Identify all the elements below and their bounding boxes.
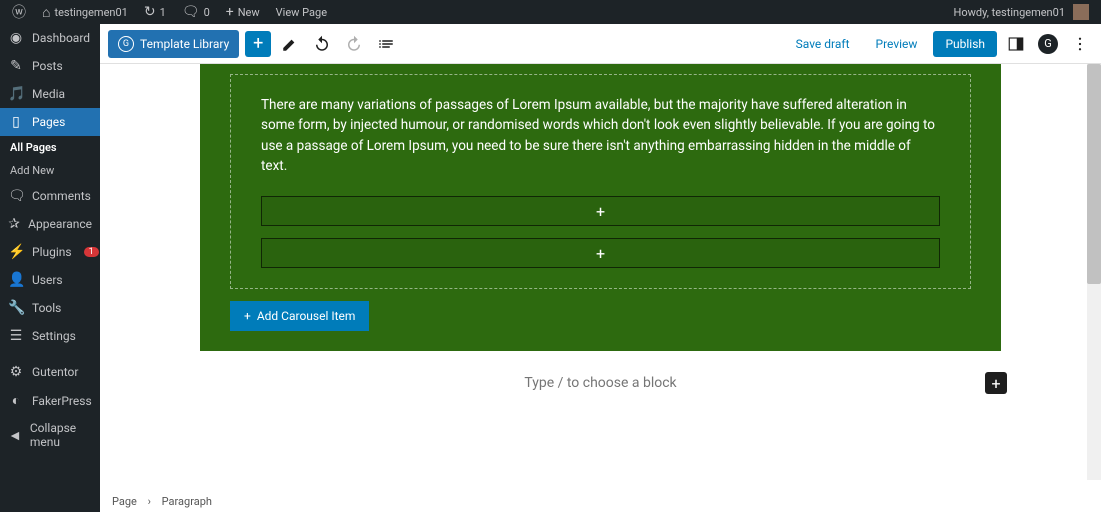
chevron-right-icon: › bbox=[148, 495, 151, 508]
sidebar-item-pages[interactable]: ▯Pages bbox=[0, 108, 100, 136]
sidebar-subitem-all-pages[interactable]: All Pages bbox=[0, 136, 100, 159]
pin-icon: ✎ bbox=[8, 58, 24, 74]
editor: G Template Library + Save draft Preview … bbox=[100, 24, 1101, 512]
collapse-icon: ◄ bbox=[8, 427, 22, 444]
plus-icon: + bbox=[226, 4, 234, 20]
add-carousel-item-button[interactable]: + Add Carousel Item bbox=[230, 301, 369, 331]
redo-button[interactable] bbox=[341, 31, 367, 57]
sidebar-item-media[interactable]: 🎵Media bbox=[0, 80, 100, 108]
avatar-icon bbox=[1073, 4, 1089, 20]
scrollbar[interactable] bbox=[1087, 64, 1101, 480]
admin-bar: ⓦ ⌂testingemen01 ↻1 🗨0 +New View Page Ho… bbox=[0, 0, 1101, 24]
sidebar-item-dashboard[interactable]: ◉Dashboard bbox=[0, 24, 100, 52]
drop-zone-2[interactable]: + bbox=[261, 238, 940, 268]
plus-icon: + bbox=[596, 244, 605, 263]
refresh-item[interactable]: ↻1 bbox=[138, 4, 172, 20]
sidebar-item-comments[interactable]: 🗨Comments bbox=[0, 182, 100, 210]
editor-canvas[interactable]: There are many variations of passages of… bbox=[100, 64, 1101, 512]
list-icon bbox=[377, 35, 395, 53]
carousel-block[interactable]: There are many variations of passages of… bbox=[200, 64, 1001, 351]
add-block-button[interactable]: + bbox=[245, 31, 271, 57]
view-page-link[interactable]: View Page bbox=[270, 6, 333, 19]
template-library-button[interactable]: G Template Library bbox=[108, 30, 239, 58]
document-outline-button[interactable] bbox=[373, 31, 399, 57]
plus-icon: + bbox=[991, 374, 1000, 393]
media-icon: 🎵 bbox=[8, 86, 24, 102]
edit-mode-button[interactable] bbox=[277, 31, 303, 57]
sidebar-item-gutentor[interactable]: ⚙Gutentor bbox=[0, 358, 100, 386]
preview-button[interactable]: Preview bbox=[866, 31, 928, 57]
drop-zone-1[interactable]: + bbox=[261, 196, 940, 226]
canvas-inner: There are many variations of passages of… bbox=[100, 64, 1101, 397]
plug-icon: ⚡ bbox=[8, 244, 24, 260]
sidebar-item-users[interactable]: 👤Users bbox=[0, 266, 100, 294]
sidebar-item-settings[interactable]: ☰Settings bbox=[0, 322, 100, 350]
gutentor-button[interactable]: G bbox=[1035, 31, 1061, 57]
brush-icon: ✰ bbox=[8, 216, 20, 232]
refresh-icon: ↻ bbox=[144, 4, 156, 20]
carousel-text: There are many variations of passages of… bbox=[261, 95, 940, 176]
wp-logo[interactable]: ⓦ bbox=[6, 2, 32, 22]
settings-sidebar-button[interactable] bbox=[1003, 31, 1029, 57]
gutentor-toolbar-icon: G bbox=[1038, 34, 1058, 54]
new-item[interactable]: + New bbox=[220, 4, 266, 20]
template-icon: G bbox=[118, 36, 134, 52]
toolbar-left: G Template Library + bbox=[108, 30, 399, 58]
paragraph-block[interactable]: Type / to choose a block + bbox=[200, 369, 1001, 397]
gutentor-icon: ⚙ bbox=[8, 364, 24, 380]
new-label: New bbox=[238, 6, 260, 19]
paragraph-placeholder: Type / to choose a block bbox=[200, 369, 1001, 397]
undo-icon bbox=[313, 35, 331, 53]
more-options-button[interactable] bbox=[1067, 31, 1093, 57]
refresh-count: 1 bbox=[160, 6, 166, 19]
sliders-icon: ☰ bbox=[8, 328, 24, 344]
plus-icon: + bbox=[244, 309, 251, 323]
editor-toolbar: G Template Library + Save draft Preview … bbox=[100, 24, 1101, 64]
sidebar-item-fakerpress[interactable]: ◐FakerPress bbox=[0, 386, 100, 415]
page-icon: ▯ bbox=[8, 114, 24, 130]
wrench-icon: 🔧 bbox=[8, 300, 24, 316]
sidebar-item-appearance[interactable]: ✰Appearance bbox=[0, 210, 100, 238]
admin-bar-left: ⓦ ⌂testingemen01 ↻1 🗨0 +New View Page bbox=[6, 2, 333, 22]
sidebar-icon bbox=[1007, 35, 1025, 53]
site-name: testingemen01 bbox=[54, 6, 127, 19]
scroll-thumb[interactable] bbox=[1087, 64, 1101, 284]
wordpress-icon: ⓦ bbox=[12, 2, 26, 22]
plus-icon: + bbox=[596, 202, 605, 221]
comments-icon: 🗨 bbox=[8, 188, 24, 204]
sidebar-subitem-add-new[interactable]: Add New bbox=[0, 159, 100, 182]
block-breadcrumb: Page › Paragraph bbox=[108, 495, 216, 508]
comments-item[interactable]: 🗨0 bbox=[176, 4, 216, 20]
plugin-update-badge: 1 bbox=[84, 247, 99, 257]
redo-icon bbox=[345, 35, 363, 53]
sidebar-item-plugins[interactable]: ⚡Plugins1 bbox=[0, 238, 100, 266]
undo-button[interactable] bbox=[309, 31, 335, 57]
howdy-user[interactable]: Howdy, testingemen01 bbox=[948, 4, 1096, 20]
dashboard-icon: ◉ bbox=[8, 30, 24, 46]
breadcrumb-current[interactable]: Paragraph bbox=[162, 495, 212, 508]
pencil-icon bbox=[281, 35, 299, 53]
fakerpress-icon: ◐ bbox=[8, 392, 24, 409]
home-icon: ⌂ bbox=[42, 4, 50, 21]
publish-button[interactable]: Publish bbox=[933, 31, 997, 57]
save-draft-button[interactable]: Save draft bbox=[786, 31, 860, 57]
kebab-icon bbox=[1071, 35, 1089, 53]
toolbar-right: Save draft Preview Publish G bbox=[786, 31, 1093, 57]
comment-icon: 🗨 bbox=[182, 4, 200, 20]
sidebar-item-posts[interactable]: ✎Posts bbox=[0, 52, 100, 80]
comments-count: 0 bbox=[204, 6, 210, 19]
user-icon: 👤 bbox=[8, 272, 24, 288]
admin-sidebar: ◉Dashboard ✎Posts 🎵Media ▯Pages All Page… bbox=[0, 24, 100, 512]
admin-bar-right: Howdy, testingemen01 bbox=[948, 4, 1096, 20]
sidebar-item-tools[interactable]: 🔧Tools bbox=[0, 294, 100, 322]
breadcrumb-root[interactable]: Page bbox=[112, 495, 137, 508]
site-name-link[interactable]: ⌂ testingemen01 bbox=[36, 4, 134, 21]
plus-icon: + bbox=[253, 33, 263, 54]
sidebar-collapse[interactable]: ◄Collapse menu bbox=[0, 415, 100, 455]
carousel-body: There are many variations of passages of… bbox=[230, 74, 971, 289]
inline-add-button[interactable]: + bbox=[985, 372, 1007, 394]
